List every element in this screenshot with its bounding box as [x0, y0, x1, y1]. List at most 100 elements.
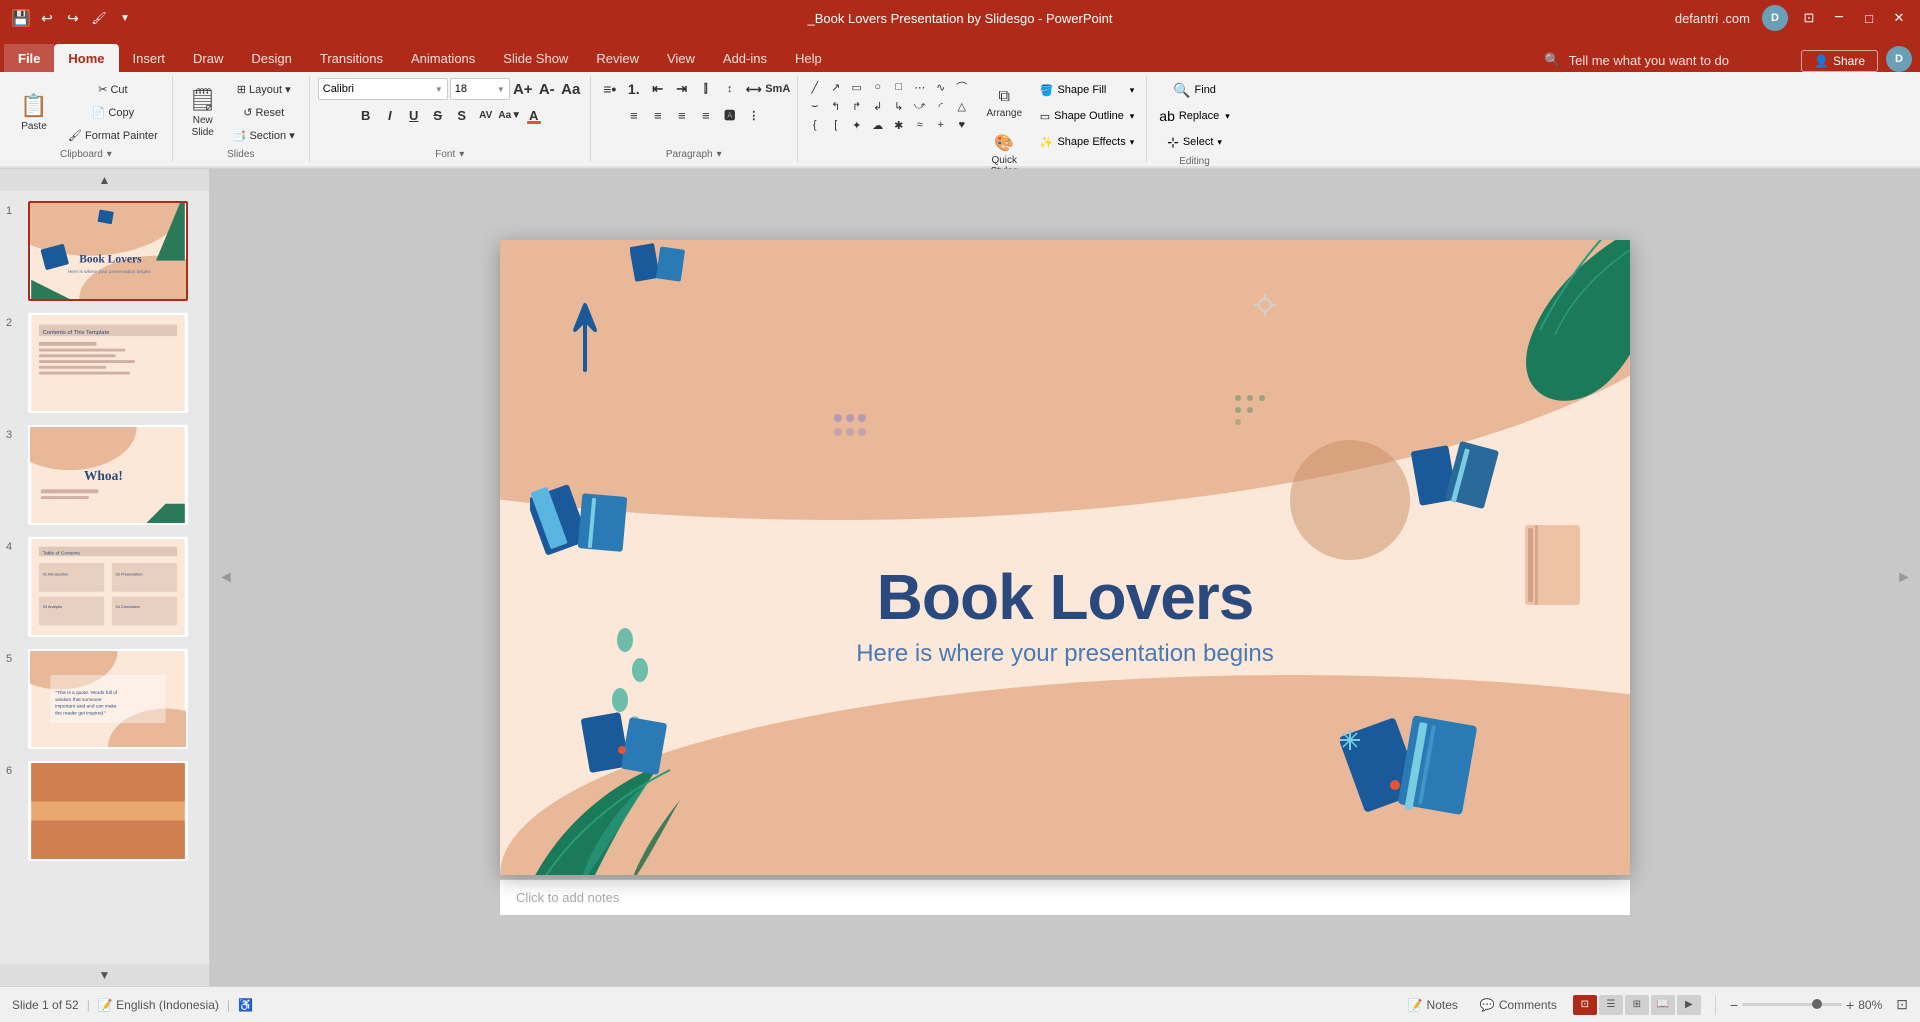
maximize-icon[interactable]: □ [1860, 9, 1878, 27]
cut-button[interactable]: ✂ Cut [62, 79, 164, 101]
tab-draw[interactable]: Draw [179, 44, 237, 72]
brace-shape[interactable]: { [806, 116, 824, 134]
canvas-scroll-right[interactable]: ► [1896, 569, 1912, 587]
increase-indent-btn[interactable]: ⇥ [671, 78, 693, 100]
font-increase-btn[interactable]: A+ [512, 78, 534, 100]
star-shape[interactable]: ✦ [848, 116, 866, 134]
section-button[interactable]: 📑 Section ▾ [227, 125, 301, 147]
col-btn[interactable]: ⫿ [695, 78, 717, 100]
tab-file[interactable]: File [4, 44, 54, 72]
heart-shape[interactable]: ♥ [953, 116, 971, 134]
tab-add-ins[interactable]: Add-ins [709, 44, 781, 72]
font-expand[interactable]: ▾ [459, 149, 464, 160]
bend-shape[interactable]: ⌒ [953, 78, 971, 96]
reading-view-btn[interactable]: 📖 [1651, 995, 1675, 1015]
zoom-out-btn[interactable]: − [1730, 997, 1738, 1013]
notes-placeholder[interactable]: Click to add notes [516, 890, 619, 905]
cloud-shape[interactable]: ☁ [869, 116, 887, 134]
tri-shape[interactable]: △ [953, 97, 971, 115]
tab-slide-show[interactable]: Slide Show [489, 44, 582, 72]
align-left-btn[interactable]: ≡ [623, 104, 645, 126]
curve-shape[interactable]: ∿ [932, 78, 950, 96]
shape-outline-btn[interactable]: ▭ Shape Outline ▾ [1036, 104, 1139, 128]
slide-item-6[interactable]: 6 [4, 759, 205, 863]
new-slide-button[interactable]: 🗒 New Slide [181, 83, 225, 143]
bullets-btn[interactable]: ≡• [599, 78, 621, 100]
redo-icon[interactable]: ↪ [64, 9, 82, 27]
notes-button[interactable]: 📝 Notes [1402, 996, 1464, 1014]
clipboard-expand[interactable]: ▾ [107, 149, 112, 160]
text-shadow2-btn[interactable]: 🅰 [719, 104, 741, 126]
rect-shape[interactable]: ▭ [848, 78, 866, 96]
decrease-indent-btn[interactable]: ⇤ [647, 78, 669, 100]
bend7-shape[interactable]: ⤻ [911, 97, 929, 115]
tab-design[interactable]: Design [237, 44, 305, 72]
text-dir-btn[interactable]: ⟷ [743, 78, 765, 100]
outline-view-btn[interactable]: ☰ [1599, 995, 1623, 1015]
arrange-button[interactable]: ⧉ Arrange [977, 78, 1032, 128]
arc-shape[interactable]: ◜ [932, 97, 950, 115]
close-icon[interactable]: ✕ [1890, 9, 1908, 27]
comments-button[interactable]: 💬 Comments [1474, 996, 1563, 1014]
normal-view-btn[interactable]: ⊡ [1573, 995, 1597, 1015]
select-btn[interactable]: ⊹ Select ▾ [1163, 130, 1226, 154]
slide-scroll-up[interactable]: ▲ [0, 169, 209, 191]
plus-shape[interactable]: + [932, 116, 950, 134]
bend3-shape[interactable]: ↰ [827, 97, 845, 115]
align-center-btn[interactable]: ≡ [647, 104, 669, 126]
convert-to-smartart-btn[interactable]: ⋮ [743, 104, 765, 126]
tab-avatar[interactable]: D [1886, 46, 1912, 72]
line-spacing-btn[interactable]: ↕ [719, 78, 741, 100]
wave-shape[interactable]: ≈ [911, 116, 929, 134]
tab-review[interactable]: Review [582, 44, 653, 72]
zoom-level[interactable]: 80% [1858, 998, 1882, 1012]
canvas-scroll-left[interactable]: ◄ [218, 569, 234, 587]
align-right-btn[interactable]: ≡ [671, 104, 693, 126]
rect2-shape[interactable]: □ [890, 78, 908, 96]
font-color-btn[interactable]: A [523, 104, 545, 126]
slide-sorter-btn[interactable]: ⊞ [1625, 995, 1649, 1015]
share-button[interactable]: 👤 Share [1801, 50, 1878, 72]
font-decrease-btn[interactable]: A- [536, 78, 558, 100]
slide-item-1[interactable]: 1 Book Lovers Here is where your present… [4, 199, 205, 303]
charspace-btn[interactable]: AV [475, 104, 497, 126]
layout-button[interactable]: ⊞ Layout ▾ [227, 79, 301, 101]
search-tab[interactable]: 🔍 Tell me what you want to do [1532, 48, 1741, 72]
avatar[interactable]: D [1762, 5, 1788, 31]
case-btn[interactable]: Aa▼ [499, 104, 521, 126]
shape-fill-btn[interactable]: 🪣 Shape Fill ▾ [1036, 78, 1139, 102]
line-shape[interactable]: ╱ [806, 78, 824, 96]
zoom-in-btn[interactable]: + [1846, 997, 1854, 1013]
clear-format-btn[interactable]: Aa [560, 78, 582, 100]
bend5-shape[interactable]: ↲ [869, 97, 887, 115]
slide-title[interactable]: Book Lovers [877, 560, 1254, 634]
tab-help[interactable]: Help [781, 44, 836, 72]
circle-shape[interactable]: ○ [869, 78, 887, 96]
undo-icon[interactable]: ↩ [38, 9, 56, 27]
find-btn[interactable]: 🔍 Find [1169, 78, 1220, 102]
reset-button[interactable]: ↺ Reset [227, 102, 301, 124]
slide-item-5[interactable]: 5 "This is a quote. Words full of wisdom… [4, 647, 205, 751]
paragraph-expand[interactable]: ▾ [717, 149, 722, 160]
bold-btn[interactable]: B [355, 104, 377, 126]
justify-btn[interactable]: ≡ [695, 104, 717, 126]
slide-item-2[interactable]: 2 Contents of This Template [4, 311, 205, 415]
bracket-shape[interactable]: [ [827, 116, 845, 134]
replace-btn[interactable]: ab Replace ▾ [1155, 104, 1233, 128]
bend6-shape[interactable]: ↳ [890, 97, 908, 115]
slide-scroll-down[interactable]: ▼ [0, 964, 209, 986]
format-painter-button[interactable]: 🖌 Format Painter [62, 125, 164, 147]
strikethrough-btn[interactable]: S [427, 104, 449, 126]
more-shapes[interactable]: ⋯ [911, 78, 929, 96]
save-icon[interactable]: 💾 [12, 9, 30, 27]
slide-item-4[interactable]: 4 Table of Contents 01 Introduction 02 P… [4, 535, 205, 639]
tab-transitions[interactable]: Transitions [306, 44, 397, 72]
sun-shape[interactable]: ✱ [890, 116, 908, 134]
slide-item-3[interactable]: 3 Whoa! [4, 423, 205, 527]
format-painter-icon[interactable]: 🖌 [90, 9, 108, 27]
restore-icon[interactable]: ⊡ [1800, 9, 1818, 27]
fit-to-window-btn[interactable]: ⊡ [1896, 996, 1908, 1013]
slideshow-btn[interactable]: ▶ [1677, 995, 1701, 1015]
arrow-shape[interactable]: ↗ [827, 78, 845, 96]
underline-btn[interactable]: U [403, 104, 425, 126]
